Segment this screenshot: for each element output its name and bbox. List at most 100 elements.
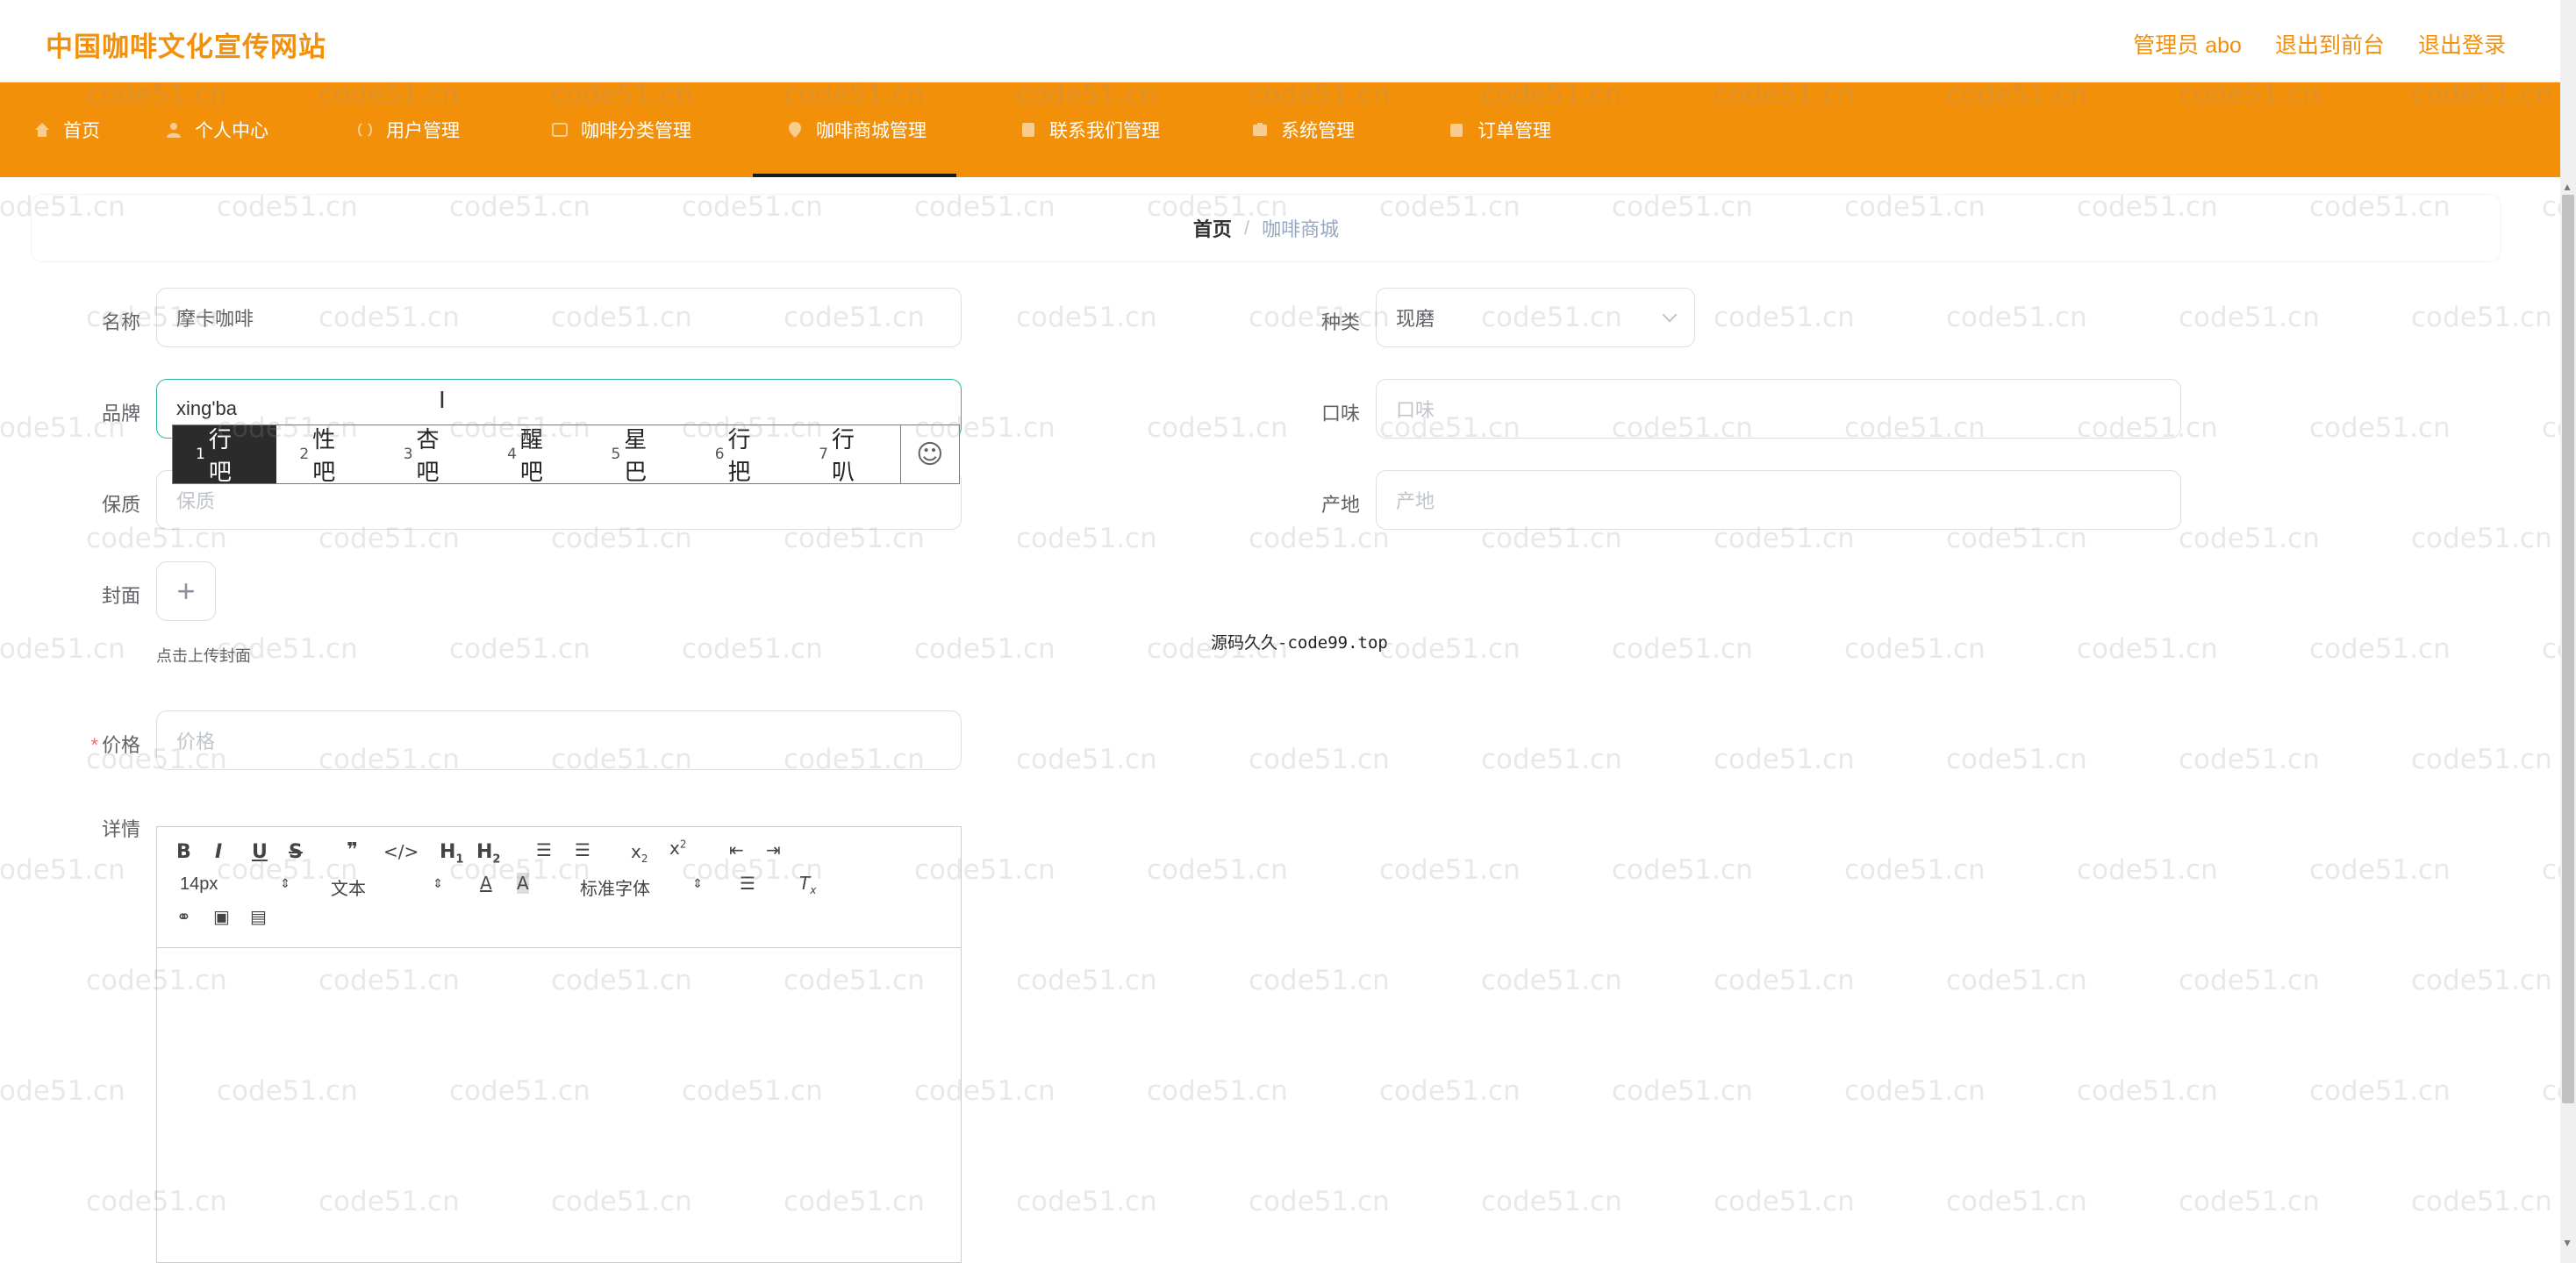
users-icon [358, 123, 372, 137]
scroll-down-arrow-icon[interactable]: ▼ [2562, 1237, 2572, 1249]
site-title: 中国咖啡文化宣传网站 [46, 32, 326, 62]
ime-candidate[interactable]: 6 行把 [692, 425, 796, 486]
logout-link[interactable]: 退出登录 [2418, 28, 2506, 60]
nav-item-label: 订单管理 [1478, 121, 1551, 141]
emoji-icon[interactable]: ☺ [899, 425, 960, 483]
bold-icon[interactable]: B [176, 841, 191, 863]
home-icon [35, 123, 49, 137]
nav-item-system[interactable]: 系统管理 [1251, 82, 1355, 177]
user-icon [167, 123, 181, 138]
nav-item-label: 咖啡商城管理 [816, 121, 927, 141]
nav-item-category[interactable]: 咖啡分类管理 [551, 82, 691, 177]
nav-item-label: 个人中心 [195, 121, 268, 141]
location-icon [789, 122, 801, 138]
ime-candidate[interactable]: 3 杏吧 [381, 425, 484, 486]
ime-candidate[interactable]: 5 星巴 [588, 425, 691, 486]
category-label: 种类 [1320, 311, 1360, 333]
scrollbar-thumb[interactable] [2562, 195, 2574, 1103]
align-icon[interactable]: ☰ [740, 873, 755, 894]
origin-input[interactable]: 产地 [1376, 470, 2181, 530]
header-links: 管理员 abo 退出到前台 退出登录 [2133, 28, 2506, 60]
cover-upload-button[interactable]: + [156, 561, 216, 621]
top-header: 中国咖啡文化宣传网站 管理员 abo 退出到前台 退出登录 [0, 0, 2576, 82]
background-color-icon[interactable]: A [517, 873, 529, 894]
code-block-icon[interactable]: </> [383, 841, 419, 862]
editor-body[interactable] [157, 948, 961, 1262]
nav-item-label: 首页 [63, 121, 100, 141]
clear-format-icon[interactable]: Tx [799, 873, 816, 896]
nav-item-label: 用户管理 [386, 121, 460, 141]
nav-item-shop[interactable]: 咖啡商城管理 [753, 82, 956, 177]
editor-toolbar: B I U S ❞ </> H1 H2 ☰ ☰ x2 x2 ⇤ ⇥ 14px ⇕ … [157, 827, 961, 948]
to-frontend-link[interactable]: 退出到前台 [2275, 28, 2385, 60]
plus-icon: + [176, 573, 196, 609]
category-icon [552, 123, 568, 137]
ime-candidate[interactable]: 4 醒吧 [484, 425, 588, 486]
ime-candidate[interactable]: 2 性吧 [276, 425, 380, 486]
block-type-value: 文本 [331, 880, 366, 899]
scroll-up-arrow-icon[interactable]: ▲ [2562, 181, 2572, 193]
indent-icon[interactable]: ⇥ [766, 839, 781, 860]
order-icon [1450, 124, 1463, 137]
breadcrumb-current: 咖啡商城 [1262, 218, 1340, 240]
price-input[interactable]: 价格 [156, 710, 962, 770]
rich-text-editor: B I U S ❞ </> H1 H2 ☰ ☰ x2 x2 ⇤ ⇥ 14px ⇕ … [156, 826, 962, 1263]
brand-label: 品牌 [101, 403, 140, 425]
ordered-list-icon[interactable]: ☰ [536, 839, 552, 860]
ime-candidate[interactable]: 1 行吧 [173, 425, 277, 486]
detail-label: 详情 [101, 818, 140, 840]
source-note: 源码久久-code99.top [1211, 633, 1388, 653]
subscript-icon[interactable]: x2 [631, 841, 648, 865]
nav-item-label: 联系我们管理 [1049, 121, 1160, 141]
taste-label: 口味 [1320, 403, 1360, 425]
name-label: 名称 [101, 311, 140, 333]
main-nav: 首页 个人中心 用户管理 咖啡分类管理 咖啡商城管理 联系我们管理 系统管理 订… [0, 82, 2560, 177]
breadcrumb-home[interactable]: 首页 [1193, 214, 1232, 242]
nav-item-home[interactable]: 首页 [33, 82, 100, 177]
nav-item-label: 咖啡分类管理 [581, 121, 691, 141]
heading-2-icon[interactable]: H2 [476, 841, 500, 866]
font-color-icon[interactable]: A [480, 873, 492, 894]
image-icon[interactable]: ▣ [213, 906, 230, 927]
select-arrows-icon: ⇕ [433, 876, 443, 890]
strikethrough-icon[interactable]: S [289, 841, 303, 863]
shelf-life-label: 保质 [101, 494, 140, 516]
text-cursor-icon: I [439, 386, 446, 413]
font-size-value: 14px [180, 874, 218, 894]
breadcrumb: 首页 / 咖啡商城 [32, 195, 2501, 261]
nav-item-order[interactable]: 订单管理 [1448, 82, 1551, 177]
blockquote-icon[interactable]: ❞ [347, 839, 358, 861]
heading-1-icon[interactable]: H1 [440, 841, 463, 866]
admin-user-label[interactable]: 管理员 abo [2133, 28, 2242, 60]
italic-icon[interactable]: I [215, 841, 222, 863]
bullet-list-icon[interactable]: ☰ [575, 839, 590, 860]
link-icon[interactable]: ⚭ [176, 906, 191, 927]
origin-label: 产地 [1320, 494, 1360, 516]
outdent-icon[interactable]: ⇤ [729, 839, 744, 860]
nav-item-label: 系统管理 [1281, 121, 1355, 141]
taste-input[interactable]: 口味 [1376, 379, 2181, 439]
chevron-down-icon [1662, 307, 1678, 323]
name-input[interactable]: 摩卡咖啡 [156, 288, 962, 347]
nav-item-profile[interactable]: 个人中心 [165, 82, 268, 177]
video-icon[interactable]: ▤ [250, 906, 267, 927]
system-icon [1253, 123, 1267, 136]
select-arrows-icon: ⇕ [280, 876, 290, 890]
nav-item-contact[interactable]: 联系我们管理 [1020, 82, 1160, 177]
price-label-text: 价格 [101, 734, 140, 756]
breadcrumb-separator: / [1243, 217, 1250, 239]
superscript-icon[interactable]: x2 [669, 838, 686, 859]
ime-candidate[interactable]: 7 行叭 [796, 425, 899, 486]
nav-item-users[interactable]: 用户管理 [356, 82, 460, 177]
underline-icon[interactable]: U [252, 841, 268, 863]
cover-label: 封面 [101, 585, 140, 607]
category-select[interactable]: 现磨 [1376, 288, 1695, 347]
font-size-select[interactable]: 14px ⇕ [180, 874, 290, 895]
ime-candidate-bar: 1 行吧 2 性吧 3 杏吧 4 醒吧 5 星巴 6 行把 7 行叭 ☺ [172, 425, 960, 486]
category-select-value: 现磨 [1396, 308, 1435, 330]
font-family-select[interactable]: 标准字体 ⇕ [580, 874, 703, 900]
block-type-select[interactable]: 文本 ⇕ [331, 874, 443, 900]
contact-icon [1022, 123, 1034, 137]
font-family-value: 标准字体 [580, 880, 650, 899]
price-label: * 价格 [35, 730, 140, 758]
